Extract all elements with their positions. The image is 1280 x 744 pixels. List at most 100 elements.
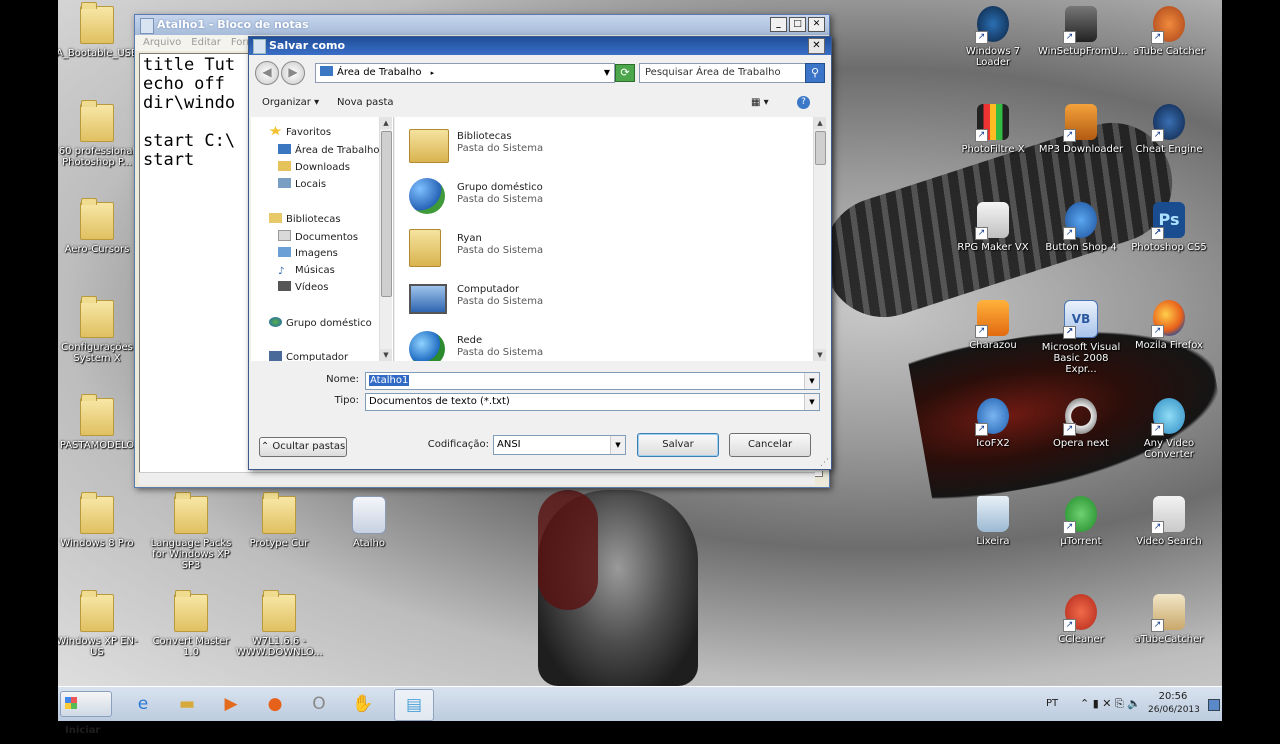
desktop-icon-opera-next[interactable]: Opera next xyxy=(1038,398,1124,449)
desktop-icon-protype-cur[interactable]: Protype Cur xyxy=(236,492,322,549)
address-bar[interactable]: Área de Trabalho ▸ ▼ xyxy=(315,63,615,83)
desktop-icon-bootable-usb[interactable]: A_Bootable_USB xyxy=(58,2,140,59)
save-dialog-titlebar[interactable]: Salvar como ✕ xyxy=(249,37,831,55)
desktop-icon-lixeira[interactable]: Lixeira xyxy=(950,496,1036,547)
desktop-icon-pastamodelo[interactable]: PASTAMODELO xyxy=(58,394,140,451)
notepad-icon[interactable]: ▤ xyxy=(394,689,434,721)
nav-musicas[interactable]: ♪ Músicas xyxy=(278,264,335,278)
chevron-down-icon[interactable]: ▼ xyxy=(804,373,819,389)
hide-folders-button[interactable]: ⌃ Ocultar pastas xyxy=(259,437,347,457)
save-button[interactable]: Salvar xyxy=(637,433,719,457)
atube-icon[interactable]: ✋ xyxy=(344,689,382,719)
firefox-icon[interactable]: ● xyxy=(256,689,294,719)
nav-locais[interactable]: Locais xyxy=(278,178,326,192)
desktop-icon-windows-xp[interactable]: Windows XP EN-US xyxy=(58,590,140,658)
desktop-icon-photoshop[interactable]: PsPhotoshop CS5 xyxy=(1126,202,1212,253)
menu-arquivo[interactable]: Arquivo xyxy=(143,37,181,48)
cog-icon xyxy=(1151,104,1185,142)
close-icon[interactable]: ✕ xyxy=(808,38,825,54)
view-options-icon[interactable]: ▦ ▾ xyxy=(751,91,769,115)
desktop-icon-convert-master[interactable]: Convert Master 1.0 xyxy=(148,590,234,658)
nav-favoritos[interactable]: Favoritos xyxy=(269,126,331,140)
maximize-icon[interactable]: □ xyxy=(789,17,806,32)
search-input[interactable]: Pesquisar Área de Trabalho xyxy=(639,63,808,83)
address-text: Área de Trabalho xyxy=(337,67,422,78)
chevron-down-icon[interactable]: ▼ xyxy=(804,394,819,410)
tray-icons[interactable]: ⌃ ▮ ✕ ⎘ 🔈 xyxy=(1080,697,1141,711)
explorer-icon[interactable]: ▬ xyxy=(168,689,206,719)
nav-downloads[interactable]: Downloads xyxy=(278,161,350,175)
desktop-icon-photofiltre[interactable]: PhotoFiltre X xyxy=(950,104,1036,155)
scrollbar-thumb[interactable] xyxy=(381,131,392,297)
desktop-icon-any-video[interactable]: Any Video Converter xyxy=(1126,398,1212,460)
nav-imagens[interactable]: Imagens xyxy=(278,247,338,261)
desktop-icon-button-shop[interactable]: Button Shop 4 xyxy=(1038,202,1124,253)
nav-grupo-domestico[interactable]: Grupo doméstico xyxy=(269,317,372,331)
scroll-down-icon[interactable]: ▼ xyxy=(380,349,392,361)
close-icon[interactable]: ✕ xyxy=(808,17,825,32)
minimize-icon[interactable]: _ xyxy=(770,17,787,32)
desktop-icon-photoshop-p[interactable]: 60 professional Photoshop P... xyxy=(58,100,140,168)
clock-time[interactable]: 20:56 xyxy=(1148,691,1198,702)
scroll-up-icon[interactable]: ▲ xyxy=(380,117,392,129)
back-arrow-icon[interactable]: ◀ xyxy=(255,61,279,85)
resize-grip-icon[interactable]: ⋰ xyxy=(820,458,829,468)
internet-explorer-icon[interactable]: e xyxy=(124,689,162,719)
desktop-icon-mp3-downloader[interactable]: MP3 Downloader xyxy=(1038,104,1124,155)
nav-computador[interactable]: Computador xyxy=(269,351,348,361)
desktop-icon-utorrent[interactable]: µTorrent xyxy=(1038,496,1124,547)
chevron-right-icon[interactable]: ▸ xyxy=(431,69,435,77)
desktop-icon-aero-cursors[interactable]: Aero-Cursors xyxy=(58,198,140,255)
new-folder-button[interactable]: Nova pasta xyxy=(337,91,394,115)
desktop-icon-icofx[interactable]: IcoFX2 xyxy=(950,398,1036,449)
language-indicator[interactable]: PT xyxy=(1046,698,1058,709)
show-desktop-icon[interactable] xyxy=(1208,699,1220,711)
desktop-icon-visual-basic[interactable]: VBMicrosoft Visual Basic 2008 Expr... xyxy=(1038,300,1124,375)
desktop-icon-cheat-engine[interactable]: Cheat Engine xyxy=(1126,104,1212,155)
desktop-icon-rpg-maker[interactable]: RPG Maker VX xyxy=(950,202,1036,253)
desktop-icon-ccleaner[interactable]: CCleaner xyxy=(1038,594,1124,645)
menu-editar[interactable]: Editar xyxy=(191,37,221,48)
desktop-icon-w7l[interactable]: W7L1.6.6 - WWW.DOWNLO... xyxy=(236,590,323,658)
opera-icon[interactable]: O xyxy=(300,689,338,719)
desktop-icon-atubecatcher[interactable]: aTubeCatcher xyxy=(1126,594,1212,645)
save-as-dialog[interactable]: Salvar como ✕ ◀ ▶ Área de Trabalho ▸ ▼ ⟳… xyxy=(248,36,832,470)
file-type-select[interactable]: Documentos de texto (*.txt) ▼ xyxy=(365,393,820,411)
media-player-icon[interactable]: ▶ xyxy=(212,689,250,719)
desktop-icon-atube-catcher[interactable]: aTube Catcher xyxy=(1126,6,1212,57)
organize-button[interactable]: Organizar ▾ xyxy=(262,91,319,115)
nav-videos[interactable]: Vídeos xyxy=(278,281,328,295)
desktop-icon-language-packs[interactable]: Language Packs for Windows XP SP3 xyxy=(148,492,234,571)
scrollbar-thumb[interactable] xyxy=(815,131,826,165)
desktop-icon-winsetup[interactable]: WinSetupFromU... xyxy=(1038,6,1128,57)
desktop-icon-atalho[interactable]: Atalho xyxy=(326,496,412,549)
nav-pane-scrollbar[interactable]: ▲ ▼ xyxy=(379,117,392,361)
file-list[interactable]: Bibliotecas Pasta do Sistema Grupo domés… xyxy=(395,117,813,361)
search-icon[interactable]: ⚲ xyxy=(805,63,825,83)
chevron-down-icon[interactable]: ▼ xyxy=(604,64,610,82)
nav-bibliotecas[interactable]: Bibliotecas xyxy=(269,213,341,227)
desktop-icon-firefox[interactable]: Mozila Firefox xyxy=(1126,300,1212,351)
encoding-select[interactable]: ANSI ▼ xyxy=(493,435,626,455)
help-icon[interactable]: ? xyxy=(797,96,810,109)
notepad-titlebar[interactable]: Atalho1 - Bloco de notas _ □ ✕ xyxy=(135,15,829,35)
chevron-down-icon[interactable]: ▼ xyxy=(610,436,625,454)
desktop-icon-charazou[interactable]: Charazou xyxy=(950,300,1036,351)
refresh-icon[interactable]: ⟳ xyxy=(615,64,635,82)
cancel-button[interactable]: Cancelar xyxy=(729,433,811,457)
start-button[interactable]: Iniciar xyxy=(60,691,112,736)
notepad-horizontal-scrollbar[interactable] xyxy=(139,472,815,485)
desktop-icon-video-search[interactable]: Video Search xyxy=(1126,496,1212,547)
scroll-up-icon[interactable]: ▲ xyxy=(814,117,826,129)
clock-date[interactable]: 26/06/2013 xyxy=(1148,705,1200,715)
desktop-icon-configuracoes[interactable]: Configurações System X xyxy=(58,296,140,364)
file-list-scrollbar[interactable]: ▲ ▼ xyxy=(813,117,826,361)
navigation-pane[interactable]: Favoritos Área de Trabalho Downloads Loc… xyxy=(251,117,394,361)
filename-input[interactable]: Atalho1 ▼ xyxy=(365,372,820,390)
scroll-down-icon[interactable]: ▼ xyxy=(814,349,826,361)
forward-arrow-icon[interactable]: ▶ xyxy=(281,61,305,85)
desktop-icon-windows7-loader[interactable]: Windows 7 Loader xyxy=(950,6,1036,68)
nav-documentos[interactable]: Documentos xyxy=(278,230,358,245)
nav-area-de-trabalho[interactable]: Área de Trabalho xyxy=(278,144,379,158)
desktop-icon-windows8pro[interactable]: Windows 8 Pro xyxy=(58,492,140,549)
